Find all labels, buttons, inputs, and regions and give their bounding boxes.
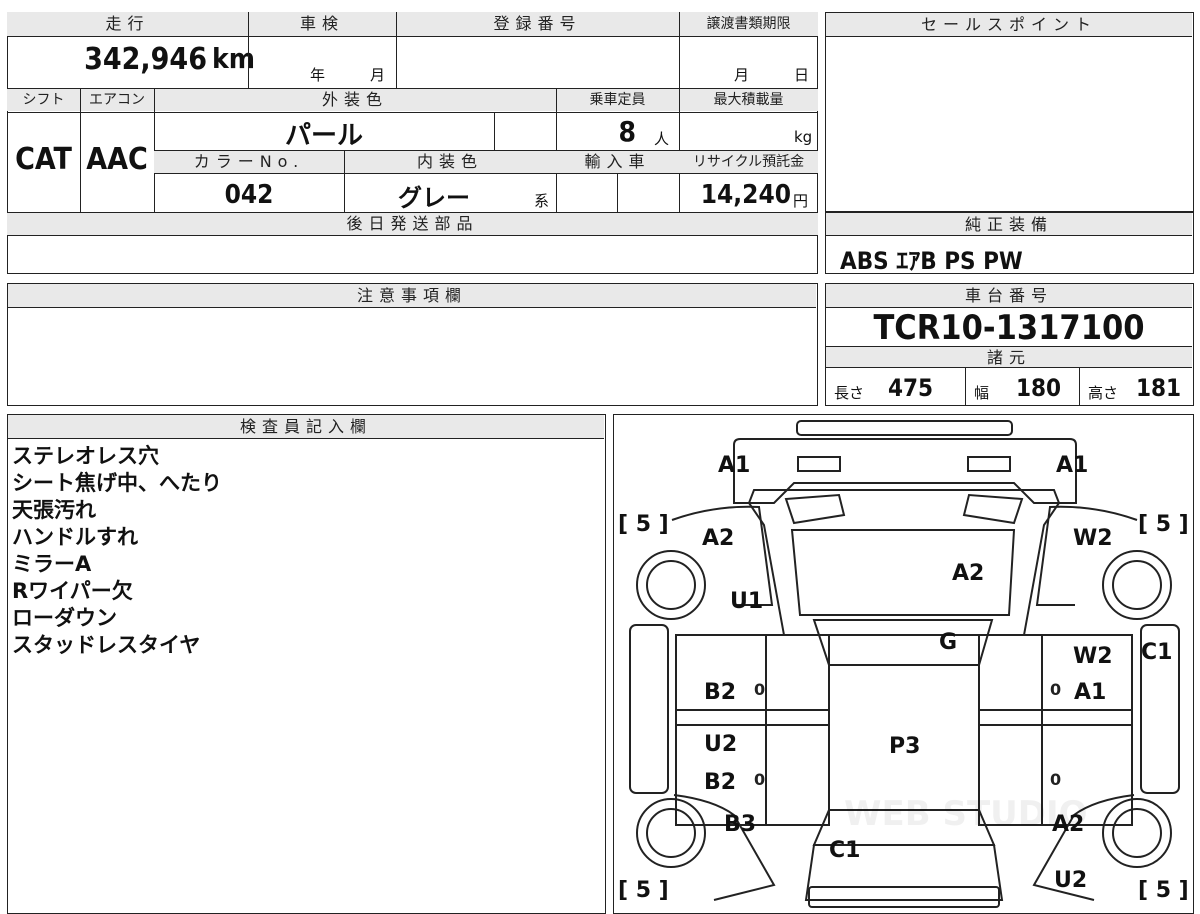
left-side-shape — [675, 634, 830, 826]
length-value: 475 — [888, 374, 934, 402]
mileage-unit: km — [212, 42, 255, 75]
recycle-header: リサイクル預託金 — [679, 151, 818, 173]
tire-bracket-fl: [ 5 ] — [618, 512, 669, 537]
label-b2-left-lower: B2 — [704, 770, 736, 795]
shift-header: シフト — [7, 89, 80, 111]
max-load-unit: kg — [794, 128, 813, 146]
label-b3-left: B3 — [724, 812, 756, 837]
capacity-unit: 人 — [654, 130, 670, 148]
height-label: 高さ — [1088, 384, 1119, 402]
transfer-month-label: 月 — [734, 66, 750, 84]
sales-point-box: セールスポイント — [825, 12, 1194, 212]
specs-header: 諸元 — [826, 346, 1192, 368]
transfer-day-label: 日 — [794, 66, 810, 84]
label-g-windshield: G — [939, 630, 957, 655]
zero-mark: 0 — [754, 770, 765, 789]
rear-bumper-shape — [808, 886, 1000, 908]
mirror-right-shape — [962, 493, 1024, 525]
inspector-box: 検査員記入欄 ステレオレス穴 シート焦げ中、へたり 天張汚れ ハンドルすれ ミラ… — [7, 414, 606, 914]
interior-color-value: グレー — [398, 184, 470, 212]
exterior-color-value: パール — [284, 121, 363, 151]
fender-front-right-shape — [1035, 505, 1138, 606]
import-header: 輸入車 — [556, 151, 679, 173]
inspector-note-line: ローダウン — [12, 606, 117, 630]
label-b2-left-upper: B2 — [704, 680, 736, 705]
later-parts-header: 後日発送部品 — [7, 213, 818, 235]
inspector-note-line: Rワイパー欠 — [12, 579, 133, 603]
exterior-color-header: 外装色 — [154, 89, 556, 111]
front-bumper-shape — [796, 420, 1013, 436]
recycle-unit: 円 — [793, 192, 809, 210]
notes-header: 注意事項欄 — [8, 284, 816, 308]
inspector-note-line: シート焦げ中、へたり — [12, 471, 222, 495]
inspection-header: 車検 — [248, 12, 396, 36]
chassis-header: 車台番号 — [826, 284, 1192, 308]
vehicle-info-table: 走行 車検 登録番号 譲渡書類期限 342,946 km 年 月 月 日 シフト… — [7, 12, 818, 274]
car-diagram: 0 0 0 0 [ 5 ] [ 5 ] [ 5 ] [ 5 ] A1 A1 A2… — [618, 420, 1189, 908]
inspector-note-line: ハンドルすれ — [12, 525, 138, 549]
label-a2-hood: A2 — [952, 561, 984, 586]
transfer-header: 譲渡書類期限 — [679, 12, 818, 36]
watermark: WEB STUDIO — [844, 794, 1088, 834]
shift-value: CAT — [15, 142, 72, 177]
label-u2-left: U2 — [704, 732, 737, 757]
equipment-value: ABS ｴｱB PS PW — [840, 247, 1023, 275]
equipment-box: 純正装備 ABS ｴｱB PS PW — [825, 212, 1194, 275]
label-a2-front-left: A2 — [702, 526, 734, 551]
headlight-left-shape — [797, 456, 841, 472]
width-label: 幅 — [974, 384, 990, 402]
skirt-left-shape — [629, 624, 669, 794]
label-a1-right: A1 — [1056, 453, 1088, 478]
aircon-value: AAC — [86, 142, 148, 177]
max-load-header: 最大積載量 — [679, 89, 818, 111]
mirror-left-shape — [784, 493, 846, 525]
tire-bracket-fr: [ 5 ] — [1138, 512, 1189, 537]
recycle-value: 14,240 — [700, 180, 791, 210]
label-p3-roof: P3 — [889, 734, 920, 759]
length-label: 長さ — [834, 384, 865, 402]
capacity-header: 乗車定員 — [556, 89, 679, 111]
label-a1-right-door: A1 — [1074, 680, 1106, 705]
width-value: 180 — [1016, 374, 1062, 402]
color-no-value: 042 — [224, 180, 274, 210]
label-w2-front-right: W2 — [1073, 526, 1113, 551]
color-no-header: カラーNo. — [154, 151, 344, 173]
inspector-note-line: スタッドレスタイヤ — [12, 633, 201, 657]
tire-bracket-rl: [ 5 ] — [618, 878, 669, 903]
label-u2-right: U2 — [1054, 868, 1087, 893]
label-a1-left: A1 — [718, 453, 750, 478]
interior-color-header: 内装色 — [344, 151, 556, 173]
notes-box: 注意事項欄 — [7, 283, 818, 406]
chassis-box: 車台番号 TCR10-1317100 諸元 長さ 475 幅 180 高さ 18… — [825, 283, 1194, 406]
aircon-header: エアコン — [80, 89, 154, 111]
label-w2-right-door: W2 — [1073, 644, 1113, 669]
label-c1-right: C1 — [1141, 640, 1172, 665]
chassis-value: TCR10-1317100 — [873, 308, 1145, 348]
headlight-right-shape — [967, 456, 1011, 472]
inspector-note-line: 天張汚れ — [12, 498, 96, 522]
car-diagram-box: 0 0 0 0 [ 5 ] [ 5 ] [ 5 ] [ 5 ] A1 A1 A2… — [613, 414, 1194, 914]
zero-mark: 0 — [1050, 680, 1061, 699]
capacity-value: 8 — [618, 115, 636, 148]
inspector-header: 検査員記入欄 — [8, 415, 604, 439]
zero-mark: 0 — [1050, 770, 1061, 789]
inspection-year-label: 年 — [310, 66, 326, 84]
height-value: 181 — [1136, 374, 1182, 402]
inspector-note-line: ステレオレス穴 — [12, 444, 159, 468]
inspector-notes: ステレオレス穴 シート焦げ中、へたり 天張汚れ ハンドルすれ ミラーA Rワイパ… — [12, 443, 222, 659]
windshield-shape — [812, 619, 994, 666]
label-c1-rear: C1 — [829, 838, 860, 863]
equipment-header: 純正装備 — [826, 213, 1192, 236]
registration-header: 登録番号 — [396, 12, 679, 36]
zero-mark: 0 — [754, 680, 765, 699]
inspector-note-line: ミラーA — [12, 552, 92, 576]
mileage-header: 走行 — [7, 12, 248, 36]
front-end-shape — [733, 438, 1077, 504]
mileage-value: 342,946 — [84, 42, 207, 77]
tire-bracket-rr: [ 5 ] — [1138, 878, 1189, 903]
sales-point-header: セールスポイント — [826, 13, 1192, 37]
inspection-month-label: 月 — [370, 66, 386, 84]
label-u1-left: U1 — [730, 589, 763, 614]
interior-color-suffix: 系 — [534, 192, 550, 210]
